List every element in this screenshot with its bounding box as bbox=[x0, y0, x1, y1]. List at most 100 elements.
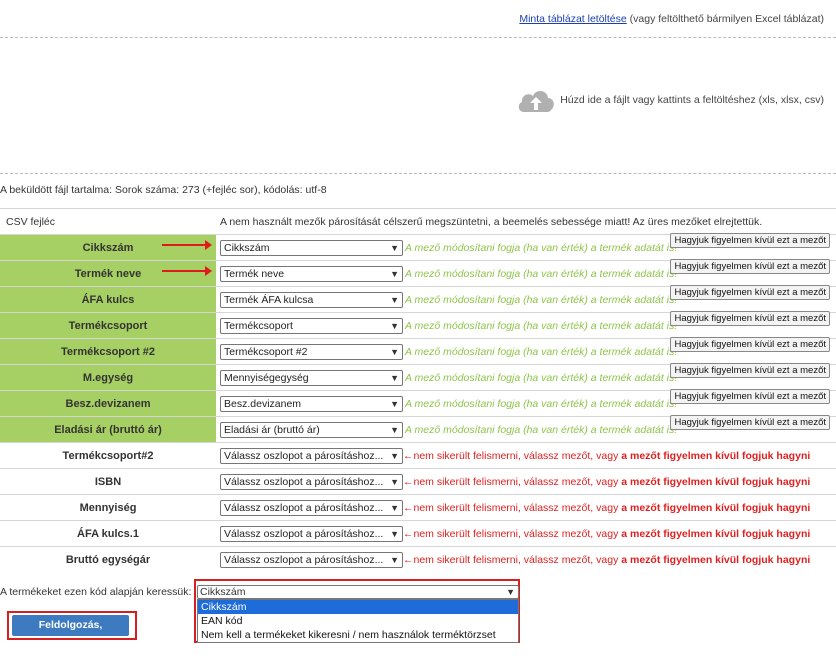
field-select[interactable]: Termék neve ▼ bbox=[220, 265, 403, 282]
table-header-row: CSV fejléc A nem használt mezők párosítá… bbox=[0, 208, 836, 235]
field-select-value: Besz.devizanem bbox=[224, 397, 302, 410]
field-select-value: Válassz oszlopot a párosításhoz... bbox=[224, 449, 384, 462]
mapping-cell: Eladási ár (bruttó ár) ▼ A mező módosítani… bbox=[216, 414, 836, 443]
csv-column-label: ISBN bbox=[0, 468, 216, 495]
table-row: ISBN Válassz oszlopot a párosításhoz... ▼ ←… bbox=[0, 468, 836, 495]
csv-column-label: Cikkszám bbox=[0, 234, 216, 261]
chevron-down-icon: ▼ bbox=[390, 450, 399, 461]
unmatched-warning: ←nem sikerült felismerni, válassz mezőt,… bbox=[403, 450, 810, 462]
field-select[interactable]: Válassz oszlopot a párosításhoz... ▼ bbox=[220, 525, 403, 542]
table-row: ÁFA kulcs.1 Válassz oszlopot a párosításh… bbox=[0, 520, 836, 547]
csv-column-label: Termékcsoport bbox=[0, 312, 216, 339]
csv-column-label: Termékcsoport#2 bbox=[0, 442, 216, 469]
field-select[interactable]: Válassz oszlopot a párosításhoz... ▼ bbox=[220, 473, 403, 490]
dropzone-content[interactable]: Húzd ide a fájlt vagy kattints a feltölt… bbox=[516, 86, 824, 114]
field-select-value: Válassz oszlopot a párosításhoz... bbox=[224, 527, 384, 540]
mapping-cell: Termékcsoport ▼ A mező módosítani fogja (h… bbox=[216, 310, 836, 339]
field-select[interactable]: Termékcsoport #2 ▼ bbox=[220, 343, 403, 360]
field-select-value: Válassz oszlopot a párosításhoz... bbox=[224, 475, 384, 488]
search-code-label: A termékeket ezen kód alapján keressük: bbox=[0, 586, 192, 598]
field-select-value: Termék ÁFA kulcsa bbox=[224, 293, 314, 306]
process-check-button[interactable]: Feldolgozás, ellenőrzés bbox=[12, 615, 129, 652]
ignore-field-button[interactable]: Hagyjuk figyelmen kívül ezt a mezőt bbox=[670, 362, 830, 378]
ignore-field-button[interactable]: Hagyjuk figyelmen kívül ezt a mezőt bbox=[670, 232, 830, 248]
table-row: Mennyiség Válassz oszlopot a párosításhoz… bbox=[0, 494, 836, 521]
mapping-cell: Cikkszám ▼ A mező módosítani fogja (ha van… bbox=[216, 232, 836, 261]
search-code-dropdown[interactable]: Cikkszám EAN kód Nem kell a termékeket k… bbox=[197, 599, 519, 643]
ignore-field-button[interactable]: Hagyjuk figyelmen kívül ezt a mezőt bbox=[670, 388, 830, 404]
field-select-value: Termékcsoport bbox=[224, 319, 293, 332]
ignore-field-button[interactable]: Hagyjuk figyelmen kívül ezt a mezőt bbox=[670, 414, 830, 430]
csv-column-label: Termék neve bbox=[0, 260, 216, 287]
mapping-cell: Válassz oszlopot a párosításhoz... ▼ ←nem … bbox=[216, 442, 836, 469]
field-select[interactable]: Mennyiségegység ▼ bbox=[220, 369, 403, 386]
field-select[interactable]: Válassz oszlopot a párosításhoz... ▼ bbox=[220, 551, 403, 568]
mapping-cell: Válassz oszlopot a párosításhoz... ▼ ←nem … bbox=[216, 546, 836, 573]
ignore-field-button[interactable]: Hagyjuk figyelmen kívül ezt a mezőt bbox=[670, 258, 830, 274]
ignore-field-button[interactable]: Hagyjuk figyelmen kívül ezt a mezőt bbox=[670, 310, 830, 326]
field-select-value: Válassz oszlopot a párosításhoz... bbox=[224, 501, 384, 514]
table-row: Termékcsoport #2 Termékcsoport #2 ▼ A mező … bbox=[0, 336, 836, 365]
table-row: M.egység Mennyiségegység ▼ A mező módosítan… bbox=[0, 362, 836, 391]
template-download-note: (vagy feltölthető bármilyen Excel tábláz… bbox=[626, 13, 824, 25]
csv-column-label: ÁFA kulcs bbox=[0, 286, 216, 313]
field-select[interactable]: Besz.devizanem ▼ bbox=[220, 395, 403, 412]
mapping-cell: Válassz oszlopot a párosításhoz... ▼ ←nem … bbox=[216, 494, 836, 521]
update-hint: A mező módosítani fogja (ha van érték) a… bbox=[405, 293, 678, 306]
sample-table-download-link[interactable]: Minta táblázat letöltése bbox=[519, 13, 626, 25]
csv-column-label: Termékcsoport #2 bbox=[0, 338, 216, 365]
table-row: Termékcsoport Termékcsoport ▼ A mező módosí… bbox=[0, 310, 836, 339]
unmatched-warning-bold: a mezőt figyelmen kívül fogjuk hagyni bbox=[621, 527, 811, 540]
unmatched-warning-text: ←nem sikerült felismerni, válassz mezőt,… bbox=[403, 475, 622, 488]
update-hint: A mező módosítani fogja (ha van érték) a… bbox=[405, 423, 678, 436]
mapping-cell: Mennyiségegység ▼ A mező módosítani fogja … bbox=[216, 362, 836, 391]
ignore-field-button[interactable]: Hagyjuk figyelmen kívül ezt a mezőt bbox=[670, 336, 830, 352]
csv-column-label: M.egység bbox=[0, 364, 216, 391]
dropdown-option[interactable]: Cikkszám bbox=[198, 600, 518, 614]
field-select[interactable]: Eladási ár (bruttó ár) ▼ bbox=[220, 421, 403, 438]
update-hint: A mező módosítani fogja (ha van érték) a… bbox=[405, 267, 678, 280]
mapping-cell: Termék neve ▼ A mező módosítani fogja (ha … bbox=[216, 258, 836, 287]
update-hint: A mező módosítani fogja (ha van érték) a… bbox=[405, 241, 678, 254]
chevron-down-icon: ▼ bbox=[390, 372, 399, 383]
mapping-cell: Válassz oszlopot a párosításhoz... ▼ ←nem … bbox=[216, 520, 836, 547]
mapping-cell: Termékcsoport #2 ▼ A mező módosítani fogja… bbox=[216, 336, 836, 365]
csv-column-label: Besz.devizanem bbox=[0, 390, 216, 417]
table-row: Termék neve Termék neve ▼ A mező módosítani… bbox=[0, 258, 836, 287]
cloud-upload-icon[interactable] bbox=[516, 86, 556, 114]
table-row: Eladási ár (bruttó ár) Eladási ár (bruttó… bbox=[0, 414, 836, 443]
csv-column-label: Bruttó egységár bbox=[0, 546, 216, 573]
search-code-selected: Cikkszám bbox=[200, 586, 246, 598]
unmatched-warning: ←nem sikerült felismerni, válassz mezőt,… bbox=[403, 528, 810, 540]
search-code-select[interactable]: Cikkszám ▼ bbox=[197, 585, 519, 599]
csv-column-label: ÁFA kulcs.1 bbox=[0, 520, 216, 547]
unmatched-warning-text: ←nem sikerült felismerni, válassz mezőt,… bbox=[403, 449, 622, 462]
unmatched-warning-text: ←nem sikerült felismerni, válassz mezőt,… bbox=[403, 553, 622, 566]
field-select-value: Mennyiségegység bbox=[224, 371, 309, 384]
chevron-down-icon: ▼ bbox=[390, 554, 399, 565]
field-select[interactable]: Válassz oszlopot a párosításhoz... ▼ bbox=[220, 447, 403, 464]
template-download: Minta táblázat letöltése (vagy feltölthe… bbox=[519, 13, 824, 25]
dropdown-option[interactable]: Nem kell a termékeket kikeresni / nem ha… bbox=[198, 628, 518, 642]
mapping-cell: Termék ÁFA kulcsa ▼ A mező módosítani fogj… bbox=[216, 284, 836, 313]
unmatched-warning: ←nem sikerült felismerni, válassz mezőt,… bbox=[403, 476, 810, 488]
field-select-value: Cikkszám bbox=[224, 241, 270, 254]
unmatched-warning: ←nem sikerült felismerni, válassz mezőt,… bbox=[403, 554, 810, 566]
dropdown-option[interactable]: EAN kód bbox=[198, 614, 518, 628]
table-row: Bruttó egységár Válassz oszlopot a párosí… bbox=[0, 546, 836, 573]
field-select[interactable]: Termék ÁFA kulcsa ▼ bbox=[220, 291, 403, 308]
chevron-down-icon: ▼ bbox=[506, 587, 515, 597]
field-select[interactable]: Cikkszám ▼ bbox=[220, 239, 403, 256]
unmatched-warning-text: ←nem sikerült felismerni, válassz mezőt,… bbox=[403, 501, 622, 514]
field-select-value: Termékcsoport #2 bbox=[224, 345, 308, 358]
chevron-down-icon: ▼ bbox=[390, 346, 399, 357]
file-dropzone[interactable]: Húzd ide a fájlt vagy kattints a feltölt… bbox=[0, 37, 836, 174]
chevron-down-icon: ▼ bbox=[390, 424, 399, 435]
unmatched-warning-bold: a mezőt figyelmen kívül fogjuk hagyni bbox=[621, 449, 811, 462]
field-select[interactable]: Termékcsoport ▼ bbox=[220, 317, 403, 334]
red-arrow-annotation bbox=[162, 240, 212, 250]
field-select-value: Termék neve bbox=[224, 267, 285, 280]
ignore-field-button[interactable]: Hagyjuk figyelmen kívül ezt a mezőt bbox=[670, 284, 830, 300]
field-select[interactable]: Válassz oszlopot a párosításhoz... ▼ bbox=[220, 499, 403, 516]
chevron-down-icon: ▼ bbox=[390, 242, 399, 253]
